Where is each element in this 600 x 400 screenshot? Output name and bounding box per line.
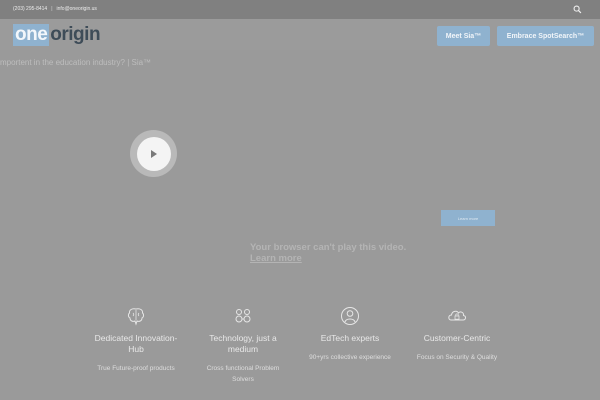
brain-icon [127, 308, 145, 326]
embrace-spotsearch-button[interactable]: Embrace SpotSearch™ [497, 26, 594, 46]
news-ticker: mportent in the education industry? | Si… [0, 58, 152, 67]
video-error-text: Your browser can't play this video. [250, 242, 407, 253]
expert-icon [341, 307, 359, 325]
feature-innovation-hub: Dedicated Innovation-Hub True Future-pro… [88, 305, 184, 374]
feature-title: EdTech experts [320, 333, 380, 343]
feature-subtitle: Focus on Security & Quality [416, 354, 498, 361]
phone-link[interactable]: (203) 295-8414 [13, 6, 47, 12]
meet-sia-button[interactable]: Meet Sia™ [437, 26, 490, 46]
feature-subtitle: True Future-proof products [97, 365, 175, 372]
feature-customer-centric: Customer-Centric Focus on Security & Qua… [405, 305, 509, 363]
top-contact-bar: (203) 295-8414 | info@oneorigin.us [0, 0, 600, 19]
play-icon [151, 149, 157, 158]
feature-title: Dedicated Innovation-Hub [94, 333, 178, 354]
play-button-circle [136, 136, 171, 171]
feature-subtitle: Cross functional Problem Solvers [206, 365, 280, 383]
feature-technology-medium: Technology, just a medium Cross function… [198, 305, 288, 385]
contact-separator: | [51, 6, 53, 12]
cloud-lock-icon [448, 310, 466, 321]
email-link[interactable]: info@oneorigin.us [57, 6, 97, 12]
video-error-message: Your browser can't play this video. Lear… [250, 242, 406, 264]
learn-more-button[interactable]: Learn more [441, 210, 495, 226]
feature-title: Customer-Centric [423, 333, 491, 343]
search-icon[interactable] [573, 5, 582, 14]
video-play-button[interactable] [130, 130, 177, 177]
video-learn-more-link[interactable]: Learn more [250, 253, 406, 264]
contact-info: (203) 295-8414 | info@oneorigin.us [13, 6, 97, 12]
oneorigin-logo[interactable]: one origin [13, 24, 101, 46]
feature-title: Technology, just a medium [209, 333, 277, 354]
logo-one: one [13, 24, 50, 46]
team-icon [235, 309, 251, 323]
feature-edtech-experts: EdTech experts 90+yrs collective experie… [300, 305, 400, 363]
logo-origin: origin [50, 24, 101, 45]
feature-subtitle: 90+yrs collective experience [309, 354, 391, 361]
